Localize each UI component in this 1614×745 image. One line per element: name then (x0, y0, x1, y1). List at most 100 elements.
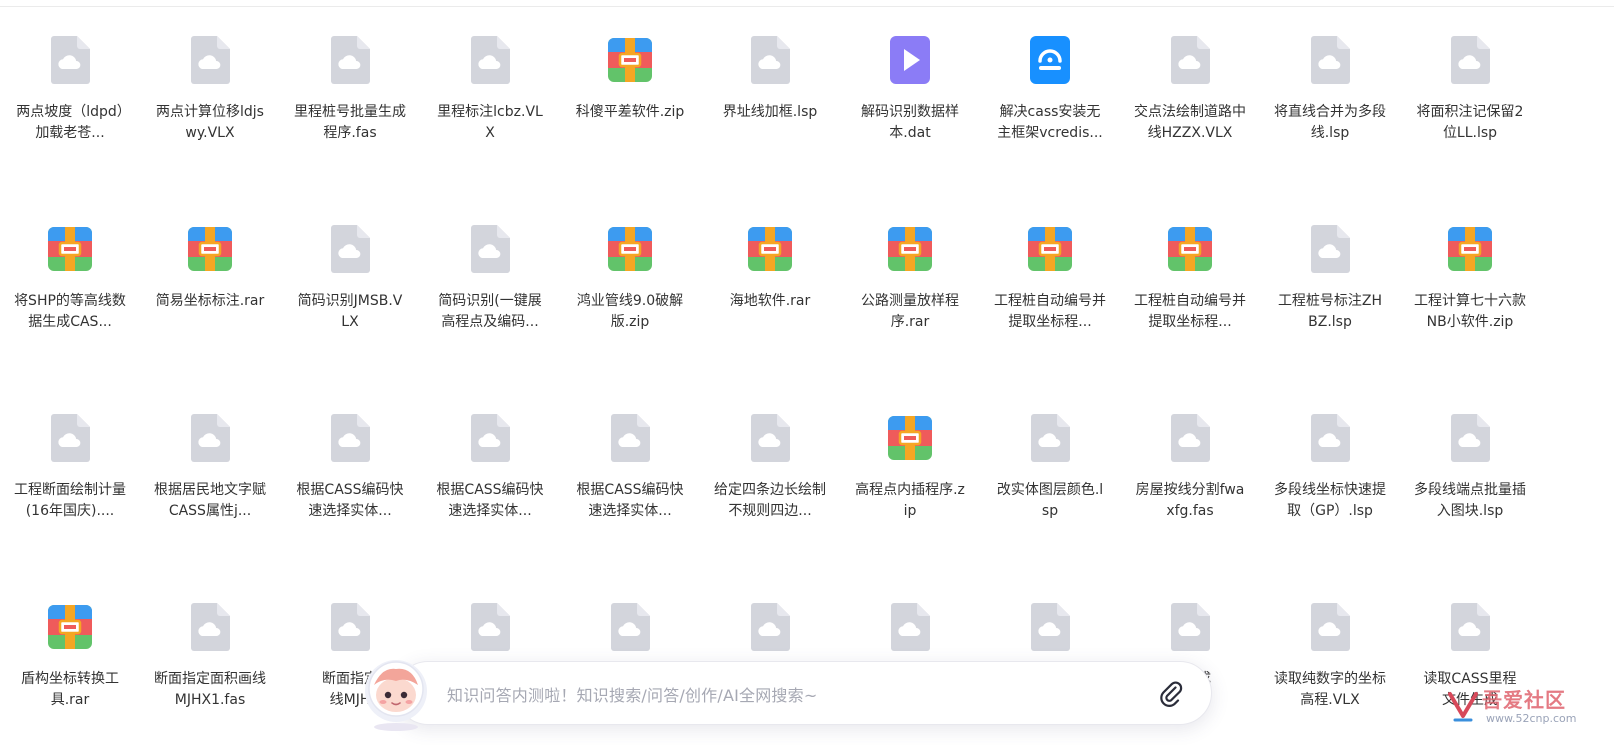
file-tile[interactable]: 读取纯数字的坐标高程.VLX (1270, 589, 1390, 739)
file-icon (1162, 599, 1218, 655)
file-icon (182, 32, 238, 88)
file-icon (1022, 410, 1078, 466)
file-name: 根据CASS编码快速选择实体... (296, 482, 404, 519)
file-icon (1302, 410, 1358, 466)
file-name: 根据CASS编码快速选择实体... (576, 482, 684, 519)
file-tile[interactable]: 界址线加框.lsp (710, 22, 830, 172)
file-name: 高程点内插程序.zip (855, 482, 965, 519)
file-tile[interactable]: 将SHP的等高线数据生成CAS... (10, 211, 130, 361)
file-name: 给定四条边长绘制不规则四边... (714, 482, 826, 519)
file-tile[interactable]: 断面指定面积画线MJHX1.fas (150, 589, 270, 739)
archive-icon (42, 221, 98, 277)
file-icon (1442, 410, 1498, 466)
archive-icon (1022, 221, 1078, 277)
file-name: 简码识别(一键展高程点及编码... (438, 293, 542, 330)
file-tile[interactable]: 公路测量放样程序.rar (850, 211, 970, 361)
file-tile[interactable]: 鸿业管线9.0破解版.zip (570, 211, 690, 361)
file-tile[interactable]: 根据CASS编码快速选择实体... (570, 400, 690, 550)
file-icon (462, 221, 518, 277)
archive-icon (882, 410, 938, 466)
file-tile[interactable]: 里程标注lcbz.VLX (430, 22, 550, 172)
file-name: 将SHP的等高线数据生成CAS... (14, 293, 126, 330)
mascot-icon[interactable] (356, 651, 436, 733)
file-tile[interactable]: 根据CASS编码快速选择实体... (290, 400, 410, 550)
file-tile[interactable]: 简码识别JMSB.VLX (290, 211, 410, 361)
paperclip-icon[interactable] (1157, 679, 1185, 707)
file-name: 多段线坐标快速提取（GP）.lsp (1274, 482, 1386, 519)
file-icon (462, 410, 518, 466)
archive-icon (602, 32, 658, 88)
file-tile[interactable]: 科傻平差软件.zip (570, 22, 690, 172)
file-icon (1442, 599, 1498, 655)
file-name: 工程断面绘制计量(16年国庆).... (14, 482, 126, 519)
file-tile[interactable]: 解码识别数据样本.dat (850, 22, 970, 172)
file-name: 工程计算七十六款NB小软件.zip (1414, 293, 1526, 330)
file-icon (182, 599, 238, 655)
file-tile[interactable]: 海地软件.rar (710, 211, 830, 361)
file-tile[interactable]: 两点坡度（ldpd）加载老苍... (10, 22, 130, 172)
file-name: 根据CASS编码快速选择实体... (436, 482, 544, 519)
file-name: 简码识别JMSB.VLX (297, 293, 403, 330)
file-name: 鸿业管线9.0破解版.zip (576, 293, 684, 330)
file-icon (1302, 221, 1358, 277)
file-icon (1162, 410, 1218, 466)
file-icon (602, 410, 658, 466)
file-name: 断面指定面积画线MJHX1.fas (154, 671, 266, 708)
file-icon (182, 410, 238, 466)
file-name: 多段线端点批量插入图块.lsp (1414, 482, 1526, 519)
file-tile[interactable]: 根据CASS编码快速选择实体... (430, 400, 550, 550)
file-tile[interactable]: 里程桩号批量生成程序.fas (290, 22, 410, 172)
file-tile[interactable]: 将面积注记保留2位LL.lsp (1410, 22, 1530, 172)
video-file-icon (882, 32, 938, 88)
file-tile[interactable]: 工程桩号标注ZHBZ.lsp (1270, 211, 1390, 361)
file-icon (462, 599, 518, 655)
archive-icon (882, 221, 938, 277)
file-tile[interactable]: 根据居民地文字赋CASS属性j... (150, 400, 270, 550)
file-icon (1442, 32, 1498, 88)
ai-search-bar[interactable]: 知识问答内测啦！知识搜索/问答/创作/AI全网搜索~ (396, 661, 1212, 725)
ai-search-placeholder[interactable]: 知识问答内测啦！知识搜索/问答/创作/AI全网搜索~ (447, 682, 817, 706)
file-tile[interactable]: 工程桩自动编号并提取坐标程... (1130, 211, 1250, 361)
file-tile[interactable]: 工程桩自动编号并提取坐标程... (990, 211, 1110, 361)
file-icon (322, 32, 378, 88)
file-tile[interactable]: 简码识别(一键展高程点及编码... (430, 211, 550, 361)
file-tile[interactable]: 交点法绘制道路中线HZZX.VLX (1130, 22, 1250, 172)
archive-icon (602, 221, 658, 277)
file-tile[interactable]: 多段线坐标快速提取（GP）.lsp (1270, 400, 1390, 550)
file-name: 读取纯数字的坐标高程.VLX (1274, 671, 1386, 708)
file-icon (1022, 599, 1078, 655)
file-tile[interactable]: 工程计算七十六款NB小软件.zip (1410, 211, 1530, 361)
file-icon (322, 221, 378, 277)
file-name: 改实体图层颜色.lsp (996, 482, 1104, 519)
archive-icon (1442, 221, 1498, 277)
file-icon (742, 32, 798, 88)
file-name: 盾构坐标转换工具.rar (21, 671, 119, 708)
file-icon (742, 410, 798, 466)
file-name: 房屋按线分割fwaxfg.fas (1135, 482, 1245, 519)
file-name: 两点坡度（ldpd）加载老苍... (16, 104, 124, 141)
file-icon (1302, 32, 1358, 88)
watermark-text: 吾爱社区 (1482, 688, 1566, 712)
file-name: 解码识别数据样本.dat (861, 104, 959, 141)
file-tile[interactable]: 改实体图层颜色.lsp (990, 400, 1110, 550)
file-tile[interactable]: 解决cass安装无主框架vcredis... (990, 22, 1110, 172)
file-tile[interactable]: 简易坐标标注.rar (150, 211, 270, 361)
file-tile[interactable]: 多段线端点批量插入图块.lsp (1410, 400, 1530, 550)
file-icon (1302, 599, 1358, 655)
file-name: 工程桩自动编号并提取坐标程... (1134, 293, 1246, 330)
file-name: 公路测量放样程序.rar (861, 293, 959, 330)
file-name: 根据居民地文字赋CASS属性j... (154, 482, 266, 519)
file-tile[interactable]: 给定四条边长绘制不规则四边... (710, 400, 830, 550)
file-tile[interactable]: 将直线合并为多段线.lsp (1270, 22, 1390, 172)
file-icon (882, 599, 938, 655)
file-icon (322, 599, 378, 655)
file-tile[interactable]: 房屋按线分割fwaxfg.fas (1130, 400, 1250, 550)
file-tile[interactable]: 工程断面绘制计量(16年国庆).... (10, 400, 130, 550)
archive-icon (1162, 221, 1218, 277)
watermark-logo-icon (1448, 692, 1478, 722)
file-tile[interactable]: 两点计算位移ldjswy.VLX (150, 22, 270, 172)
file-tile[interactable]: 盾构坐标转换工具.rar (10, 589, 130, 739)
file-tile[interactable]: 高程点内插程序.zip (850, 400, 970, 550)
file-name: 将面积注记保留2位LL.lsp (1416, 104, 1524, 141)
file-icon (742, 599, 798, 655)
